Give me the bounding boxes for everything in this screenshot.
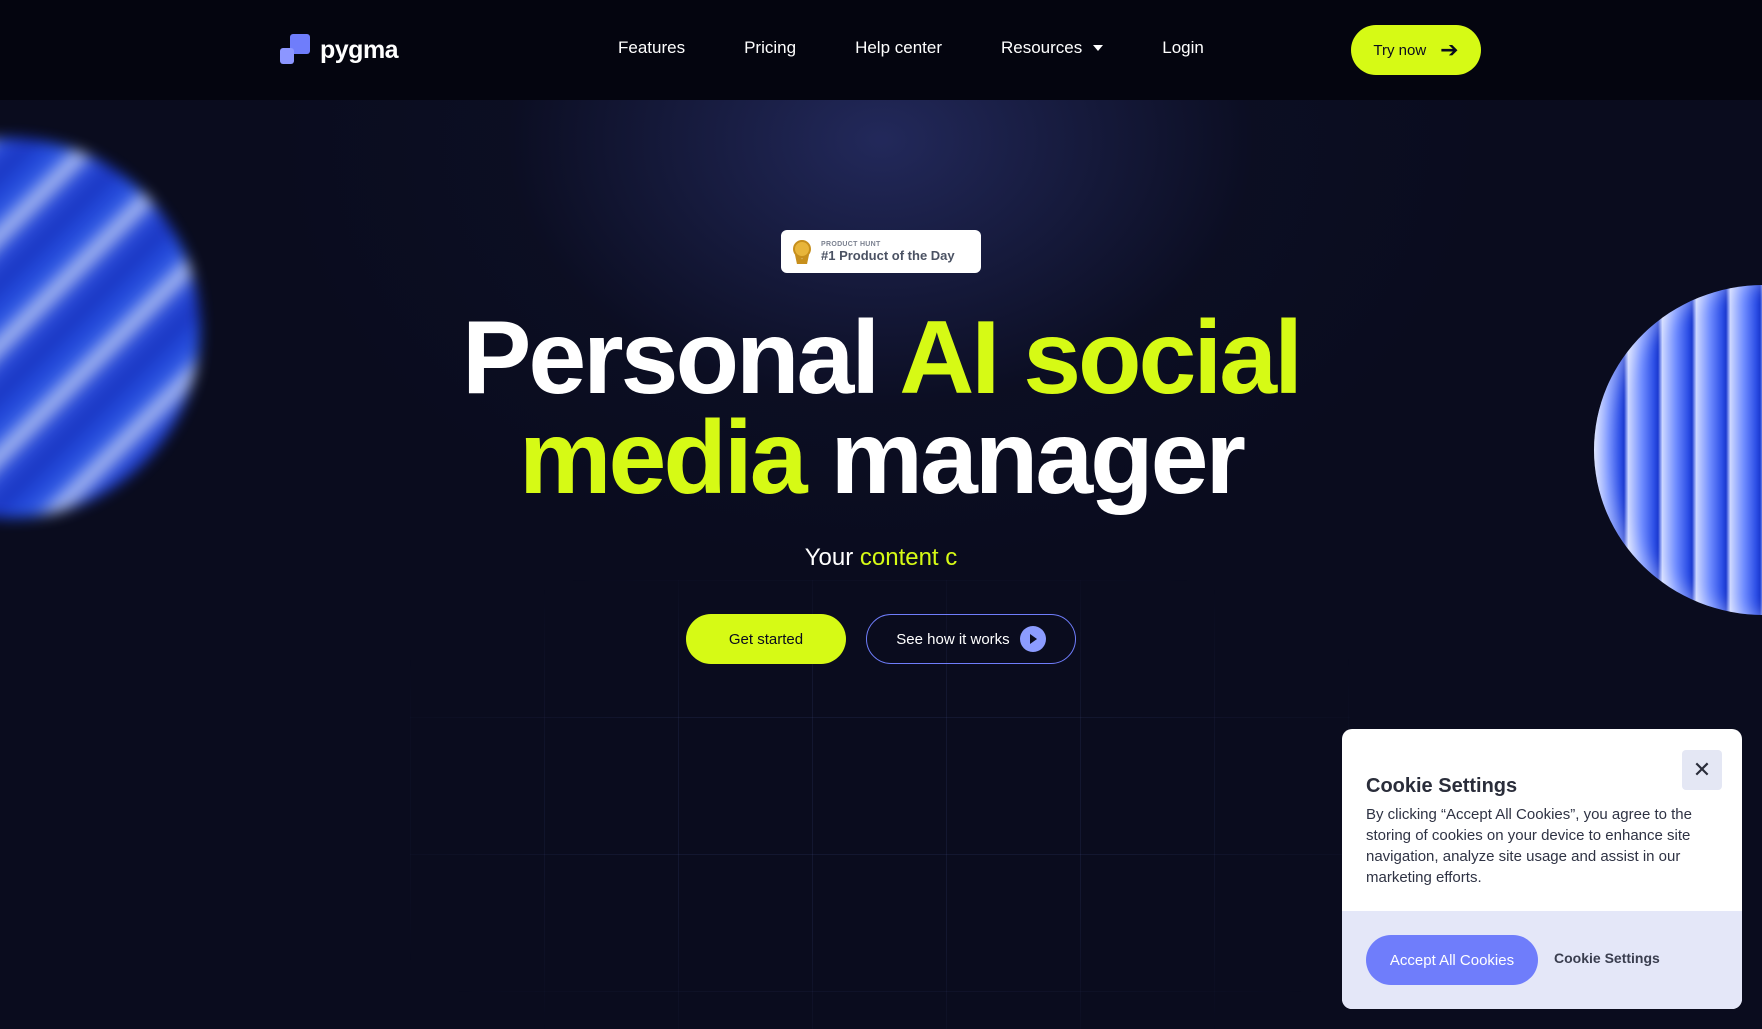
cookie-banner: ✕ Cookie Settings By clicking “Accept Al… bbox=[1342, 729, 1742, 1009]
medal-icon bbox=[793, 239, 811, 264]
nav-links: Features Pricing Help center Resources L… bbox=[618, 38, 1204, 58]
headline-part-media: media bbox=[519, 400, 808, 516]
product-hunt-badge[interactable]: PRODUCT HUNT #1 Product of the Day bbox=[781, 230, 981, 273]
nav-link-features[interactable]: Features bbox=[618, 38, 685, 58]
chevron-down-icon bbox=[1093, 45, 1104, 51]
page: pygma Features Pricing Help center Resou… bbox=[0, 0, 1762, 1029]
see-how-it-works-label: See how it works bbox=[896, 630, 1010, 648]
nav-link-resources[interactable]: Resources bbox=[1001, 38, 1104, 58]
pygma-logo-icon bbox=[280, 34, 312, 66]
logo[interactable]: pygma bbox=[280, 34, 399, 66]
nav-link-resources-label: Resources bbox=[1001, 38, 1083, 57]
nav-link-help-center[interactable]: Help center bbox=[855, 38, 942, 58]
arrow-right-icon: ➔ bbox=[1440, 37, 1459, 62]
try-now-label: Try now bbox=[1373, 41, 1427, 59]
badge-small-label: PRODUCT HUNT bbox=[821, 240, 881, 248]
hero-subheadline: Your content c bbox=[681, 544, 1081, 572]
headline-part-personal: Personal bbox=[461, 300, 900, 416]
cookie-settings-link[interactable]: Cookie Settings bbox=[1554, 950, 1660, 966]
try-now-button[interactable]: Try now ➔ bbox=[1351, 25, 1481, 75]
play-icon bbox=[1019, 626, 1046, 652]
subheadline-white: Your bbox=[804, 544, 860, 571]
subheadline-typing: content c bbox=[859, 544, 958, 571]
nav-link-login[interactable]: Login bbox=[1162, 38, 1204, 58]
badge-title: #1 Product of the Day bbox=[821, 247, 955, 263]
headline-part-ai-social: AI social bbox=[899, 300, 1303, 416]
close-icon[interactable]: ✕ bbox=[1682, 750, 1722, 790]
accept-all-cookies-button[interactable]: Accept All Cookies bbox=[1366, 935, 1538, 985]
cookie-title: Cookie Settings bbox=[1366, 775, 1518, 797]
cookie-body: By clicking “Accept All Cookies”, you ag… bbox=[1366, 806, 1692, 886]
headline-part-manager: manager bbox=[804, 400, 1246, 516]
nav-link-pricing[interactable]: Pricing bbox=[744, 38, 796, 58]
cookie-actions: Accept All Cookies Cookie Settings bbox=[1342, 911, 1742, 1009]
logo-text: pygma bbox=[320, 35, 399, 64]
hero-headline: Personal AI social media manager bbox=[381, 306, 1381, 510]
see-how-it-works-button[interactable]: See how it works bbox=[866, 614, 1076, 664]
get-started-button[interactable]: Get started bbox=[686, 614, 846, 664]
top-navigation: pygma Features Pricing Help center Resou… bbox=[0, 0, 1762, 100]
